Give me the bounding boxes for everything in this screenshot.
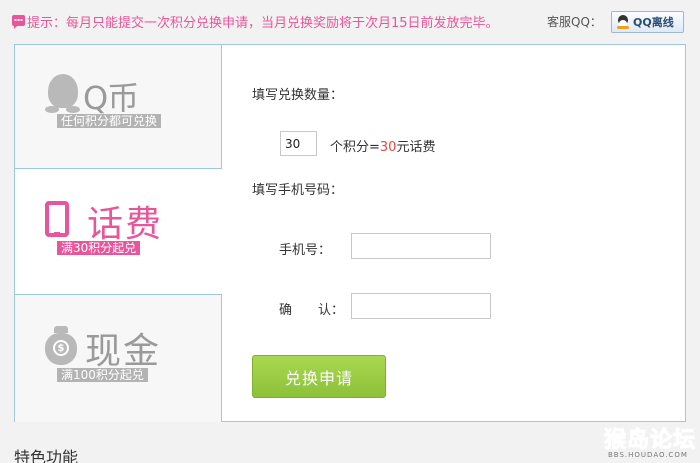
tab-phone-credit-subtitle: 满30积分起兑 [57,241,141,255]
tab-cash-subtitle: 满100积分起兑 [57,368,148,382]
conversion-prefix: 个积分= [330,140,380,155]
notice-bar: 提示：每月只能提交一次积分兑换申请，当月兑换奖励将于次月15日前发放完毕。 客服… [0,0,700,40]
tab-qb-subtitle: 任何积分都可兑换 [57,114,162,128]
confirm-phone-input[interactable] [351,293,491,319]
watermark-main: 猴岛论坛 [603,428,697,454]
features-section-title: 特色功能 [14,448,79,463]
qq-penguin-icon [616,14,630,30]
watermark-sub: BBS.HOUDAO.COM [608,451,688,459]
mobile-phone-icon [45,201,69,237]
penguin-icon [45,74,81,114]
quantity-conversion: 个积分=30元话费 [330,136,435,155]
confirm-phone-label: 确 认： [279,303,345,318]
quantity-input[interactable] [280,131,317,156]
tab-qb-title: Q币 [83,79,139,117]
service-qq-label: 客服QQ： [547,15,602,29]
conversion-amount: 30 [379,140,397,155]
qq-contact-button[interactable]: QQ离线 [611,11,684,33]
speech-bubble-icon [12,15,25,29]
qq-button-label: QQ离线 [633,16,674,29]
exchange-panel: Q币 任何积分都可兑换 话费 满30积分起兑 $ 现金 满100积分起兑 填写兑… [14,44,686,422]
tab-cash-title: 现金 [85,331,162,372]
tab-cash[interactable]: $ 现金 满100积分起兑 [15,294,222,422]
notice-text: 提示：每月只能提交一次积分兑换申请，当月兑换奖励将于次月15日前发放完毕。 [27,16,499,31]
quantity-label: 填写兑换数量： [252,88,344,103]
tab-phone-credit-title: 话费 [87,204,164,245]
submit-exchange-button[interactable]: 兑换申请 [252,355,386,398]
phone-section-label: 填写手机号码： [252,183,344,198]
phone-label: 手机号： [279,243,332,258]
conversion-unit: 元话费 [396,140,436,155]
phone-input[interactable] [351,233,491,259]
site-watermark: 猴岛论坛 BBS.HOUDAO.COM [603,420,700,463]
money-bag-icon: $ [45,326,77,366]
tab-qb[interactable]: Q币 任何积分都可兑换 [15,45,222,169]
tab-phone-credit[interactable]: 话费 满30积分起兑 [15,169,222,293]
